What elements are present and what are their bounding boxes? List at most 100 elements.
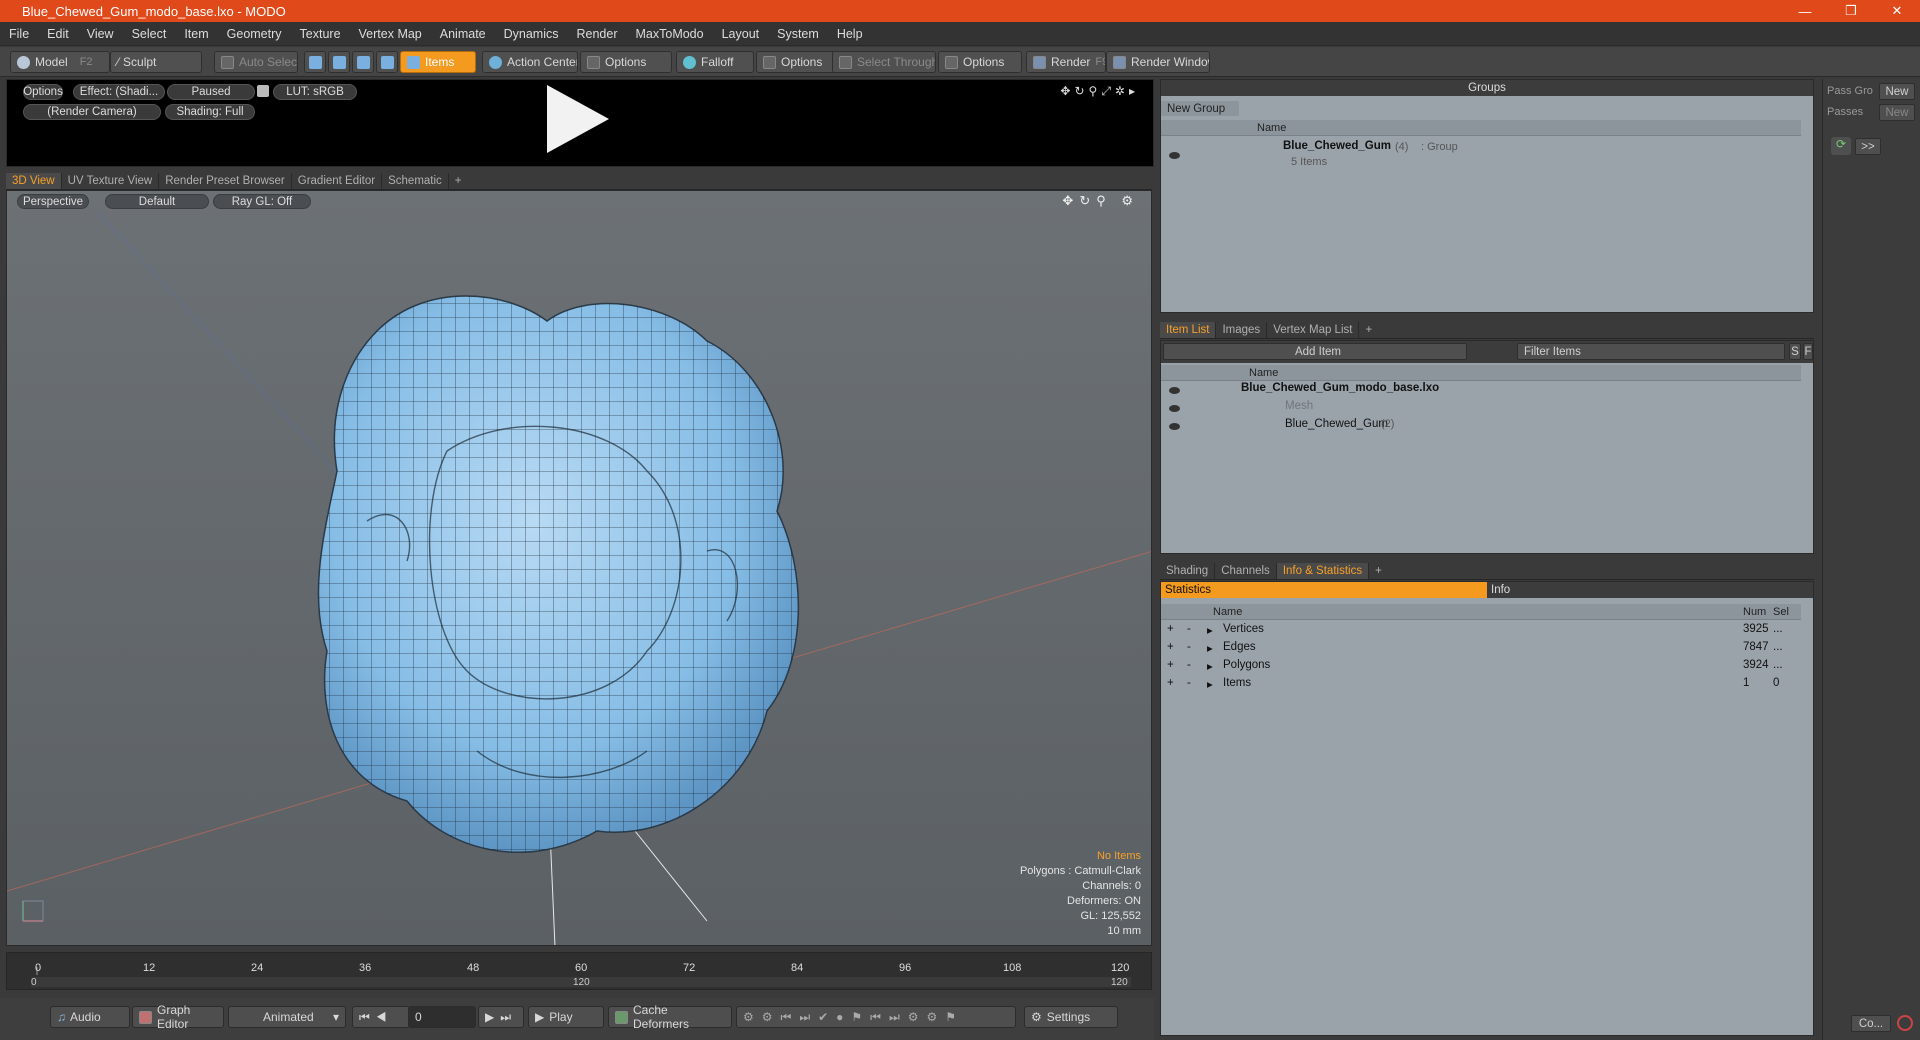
- filter-f-button[interactable]: F: [1803, 343, 1813, 360]
- add-stats-tab-button[interactable]: +: [1369, 563, 1388, 579]
- eye-icon[interactable]: [1169, 387, 1180, 394]
- menu-animate[interactable]: Animate: [431, 27, 495, 41]
- menu-edit[interactable]: Edit: [38, 27, 78, 41]
- tab-images[interactable]: Images: [1216, 321, 1268, 338]
- tab-gradient-editor[interactable]: Gradient Editor: [292, 172, 383, 189]
- stop-icon[interactable]: [1897, 1015, 1913, 1031]
- tab-item-list[interactable]: Item List: [1160, 321, 1217, 338]
- table-row[interactable]: + - ▸ Vertices 3925 ...: [1161, 622, 1801, 638]
- command-input[interactable]: Co...: [1851, 1015, 1891, 1032]
- table-row[interactable]: + - ▸ Edges 7847 ...: [1161, 640, 1801, 656]
- play-icon[interactable]: [547, 85, 609, 153]
- item-row-group[interactable]: Blue_Chewed_Gum: [1285, 418, 1388, 430]
- edges-mode-button[interactable]: [328, 51, 350, 73]
- select-through-button[interactable]: Select Through: [832, 51, 936, 73]
- preview-paused-button[interactable]: Paused: [167, 84, 255, 100]
- menu-item[interactable]: Item: [175, 27, 217, 41]
- new-pass-group-button[interactable]: New: [1879, 83, 1915, 100]
- menu-view[interactable]: View: [78, 27, 123, 41]
- add-itemlist-tab-button[interactable]: +: [1359, 322, 1378, 338]
- menu-select[interactable]: Select: [123, 27, 176, 41]
- materials-mode-button[interactable]: [376, 51, 398, 73]
- cache-deformers-button[interactable]: Cache Deformers: [608, 1003, 732, 1031]
- falloff-options-button[interactable]: Options: [756, 51, 836, 73]
- settings-button[interactable]: ⚙ Settings: [1024, 1006, 1118, 1028]
- collapse-icon[interactable]: -: [1187, 641, 1191, 653]
- eye-icon[interactable]: [1169, 423, 1180, 430]
- new-group-button[interactable]: New Group: [1161, 101, 1239, 116]
- preview-effect-dropdown[interactable]: Effect: (Shadi...: [73, 84, 165, 100]
- audio-button[interactable]: ♫ Audio: [50, 1006, 130, 1028]
- animated-dropdown[interactable]: Animated ▾: [228, 1006, 346, 1028]
- collapse-icon[interactable]: -: [1187, 659, 1191, 671]
- render-button[interactable]: RenderF9: [1026, 51, 1106, 73]
- viewport-nav-icons[interactable]: ✥↻⚲ ⚙: [1062, 193, 1139, 209]
- preview-shading-dropdown[interactable]: Shading: Full: [165, 104, 255, 120]
- preview-nav-icons[interactable]: ✥↻⚲⤢✲▸: [1060, 84, 1139, 99]
- menu-vertex-map[interactable]: Vertex Map: [350, 27, 431, 41]
- expand-icon[interactable]: +: [1167, 677, 1174, 689]
- menu-file[interactable]: File: [0, 27, 38, 41]
- action-center-options-button[interactable]: Options: [580, 51, 672, 73]
- polygons-mode-button[interactable]: [352, 51, 374, 73]
- frame-input[interactable]: 0: [408, 1006, 476, 1028]
- timeline[interactable]: 0 12 24 36 48 60 72 84 96 108 120 0 120 …: [6, 952, 1152, 990]
- play-button[interactable]: ▶ Play: [528, 1006, 604, 1028]
- preview-options-button[interactable]: Options: [23, 84, 63, 100]
- collapse-icon[interactable]: -: [1187, 677, 1191, 689]
- range-start[interactable]: 0: [31, 977, 37, 988]
- menu-layout[interactable]: Layout: [713, 27, 769, 41]
- graph-editor-button[interactable]: Graph Editor: [132, 1003, 224, 1031]
- tab-3d-view[interactable]: 3D View: [6, 172, 62, 189]
- item-row-mesh[interactable]: Mesh: [1285, 400, 1313, 412]
- chevron-right-icon[interactable]: ▸: [1207, 623, 1213, 637]
- menu-maxtomodo[interactable]: MaxToModo: [627, 27, 713, 41]
- close-button[interactable]: ✕: [1874, 0, 1920, 22]
- chevron-right-icon[interactable]: ▸: [1207, 659, 1213, 673]
- menu-texture[interactable]: Texture: [291, 27, 350, 41]
- falloff-button[interactable]: Falloff: [676, 51, 754, 73]
- add-item-dropdown[interactable]: Add Item: [1163, 343, 1467, 360]
- model-mode-button[interactable]: Model F2: [10, 51, 110, 73]
- table-row[interactable]: + - ▸ Items 1 0: [1161, 676, 1801, 692]
- chevron-right-icon[interactable]: ▸: [1207, 677, 1213, 691]
- tab-shading[interactable]: Shading: [1160, 562, 1216, 579]
- tab-info-statistics[interactable]: Info & Statistics: [1276, 562, 1370, 579]
- action-center-button[interactable]: Action Center: [482, 51, 578, 73]
- expand-icon[interactable]: +: [1167, 641, 1174, 653]
- render-window-button[interactable]: Render Window: [1106, 51, 1210, 73]
- item-row-scene[interactable]: Blue_Chewed_Gum_modo_base.lxo: [1241, 382, 1439, 394]
- eye-icon[interactable]: [1169, 405, 1180, 412]
- lock-icon[interactable]: [257, 85, 269, 97]
- tab-schematic[interactable]: Schematic: [382, 172, 449, 189]
- key-tools-buttons[interactable]: ⚙⚙⏮⏭✔●⚑⏮⏭⚙⚙⚑: [736, 1006, 1016, 1028]
- select-through-options-button[interactable]: Options: [938, 51, 1022, 73]
- raygl-dropdown[interactable]: Ray GL: Off: [213, 194, 311, 209]
- info-tab[interactable]: Info: [1487, 582, 1813, 598]
- menu-dynamics[interactable]: Dynamics: [495, 27, 568, 41]
- expand-icon[interactable]: +: [1167, 659, 1174, 671]
- transport-forward-buttons[interactable]: ▶⏭: [478, 1006, 524, 1028]
- menu-help[interactable]: Help: [828, 27, 872, 41]
- collapse-icon[interactable]: -: [1187, 623, 1191, 635]
- table-row[interactable]: + - ▸ Polygons 3924 ...: [1161, 658, 1801, 674]
- transport-back-buttons[interactable]: ⏮◀: [352, 1006, 410, 1028]
- tab-uv-texture-view[interactable]: UV Texture View: [62, 172, 160, 189]
- menu-system[interactable]: System: [768, 27, 828, 41]
- perspective-dropdown[interactable]: Perspective: [17, 194, 89, 209]
- menu-geometry[interactable]: Geometry: [218, 27, 291, 41]
- range-end[interactable]: 120: [1111, 977, 1128, 988]
- group-item-name[interactable]: Blue_Chewed_Gum: [1283, 140, 1391, 152]
- refresh-icon[interactable]: ⟳: [1831, 137, 1851, 155]
- maximize-button[interactable]: ❐: [1828, 0, 1874, 22]
- more-button[interactable]: >>: [1855, 138, 1881, 155]
- sculpt-mode-button[interactable]: ⁄ Sculpt: [110, 51, 202, 73]
- statistics-tab[interactable]: Statistics: [1161, 582, 1487, 598]
- items-mode-button[interactable]: Items: [400, 51, 476, 73]
- default-style-dropdown[interactable]: Default: [105, 194, 209, 209]
- filter-items-input[interactable]: Filter Items: [1517, 343, 1785, 360]
- chevron-right-icon[interactable]: ▸: [1207, 641, 1213, 655]
- preview-lut-dropdown[interactable]: LUT: sRGB: [273, 84, 357, 100]
- minimize-button[interactable]: —: [1782, 0, 1828, 22]
- eye-icon[interactable]: [1169, 152, 1180, 159]
